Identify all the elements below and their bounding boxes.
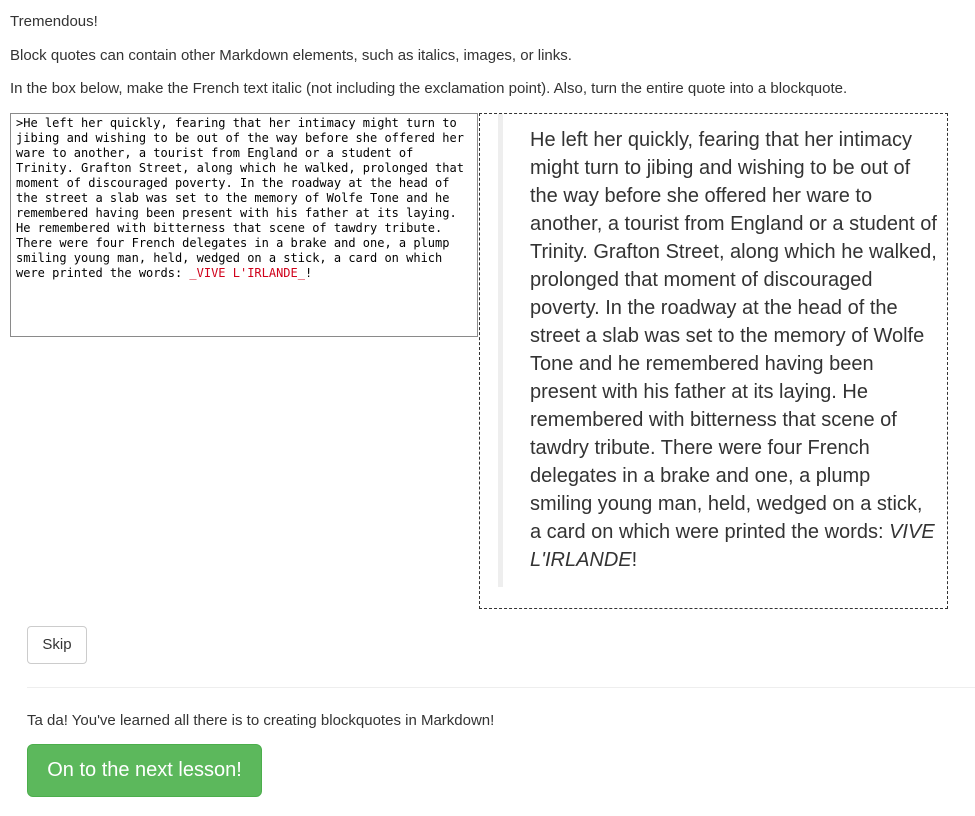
praise-text: Tremendous! <box>10 13 98 30</box>
lesson-explanation: Block quotes can contain other Markdown … <box>10 47 572 64</box>
lesson-instruction: In the box below, make the French text i… <box>10 80 848 97</box>
editor-text: >He left her quickly, fearing that her i… <box>16 116 472 280</box>
preview-blockquote: He left her quickly, fearing that her in… <box>498 114 938 587</box>
markdown-editor[interactable]: >He left her quickly, fearing that her i… <box>10 113 478 337</box>
editor-text-end: ! <box>304 266 313 280</box>
skip-button[interactable]: Skip <box>27 626 87 664</box>
editor-italic-markup: _VIVE L'IRLANDE_ <box>189 266 305 280</box>
completion-message: Ta da! You've learned all there is to cr… <box>27 712 495 729</box>
divider <box>27 687 975 688</box>
quote-text: He left her quickly, fearing that her in… <box>530 129 937 543</box>
next-lesson-button[interactable]: On to the next lesson! <box>27 744 262 797</box>
quote-end: ! <box>631 549 638 571</box>
rendered-preview: He left her quickly, fearing that her in… <box>479 113 948 609</box>
